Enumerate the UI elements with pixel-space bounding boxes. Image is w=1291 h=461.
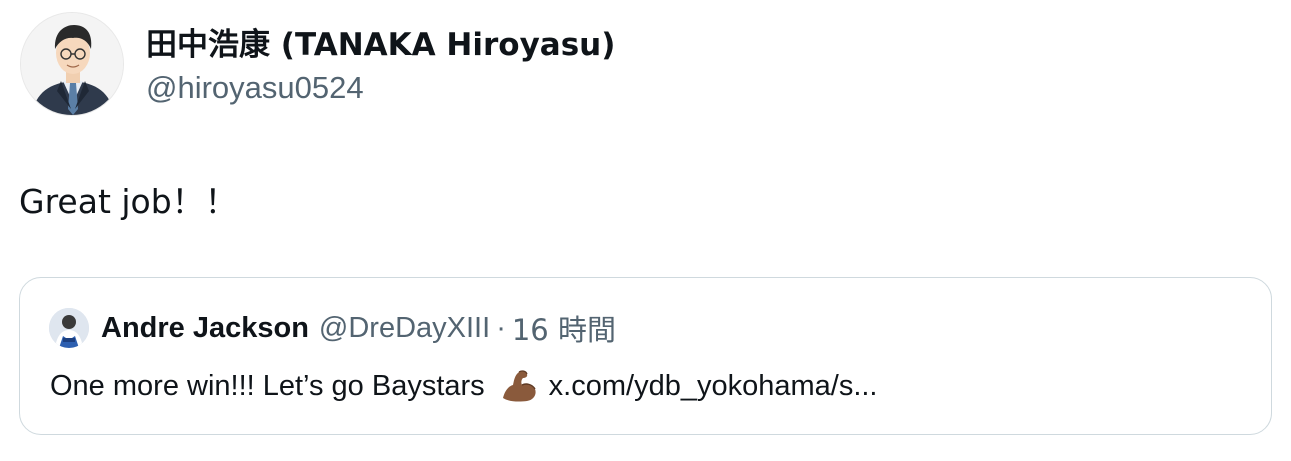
quoted-timestamp[interactable]: 16 時間 [512,307,616,349]
separator-dot: · [496,311,506,344]
author-handle[interactable]: @hiroyasu0524 [146,68,615,108]
quoted-author-handle[interactable]: @DreDayXIII [319,312,490,345]
tweet-text: Great job！！ [19,182,238,221]
tweet[interactable]: 田中浩康 (TANAKA Hiroyasu) @hiroyasu0524 Gre… [0,0,1291,461]
quoted-tweet-text: One more win!!! Let’s go Baystars x.com/… [50,366,878,406]
author-avatar[interactable] [20,12,124,116]
quoted-link[interactable]: x.com/ydb_yokohama/s... [549,366,878,406]
author-display-name[interactable]: 田中浩康 (TANAKA Hiroyasu) [146,26,615,64]
flexed-biceps-icon [499,368,539,404]
quoted-tweet-header: Andre Jackson @DreDayXIII · 16 時間 [49,307,616,349]
quoted-author-avatar[interactable] [49,308,89,348]
quoted-text-content: One more win!!! Let’s go Baystars [50,370,485,402]
quoted-tweet-card[interactable]: Andre Jackson @DreDayXIII · 16 時間 One mo… [19,277,1272,435]
tweet-author[interactable]: 田中浩康 (TANAKA Hiroyasu) @hiroyasu0524 [20,12,615,116]
quoted-author-display-name[interactable]: Andre Jackson [101,312,309,345]
